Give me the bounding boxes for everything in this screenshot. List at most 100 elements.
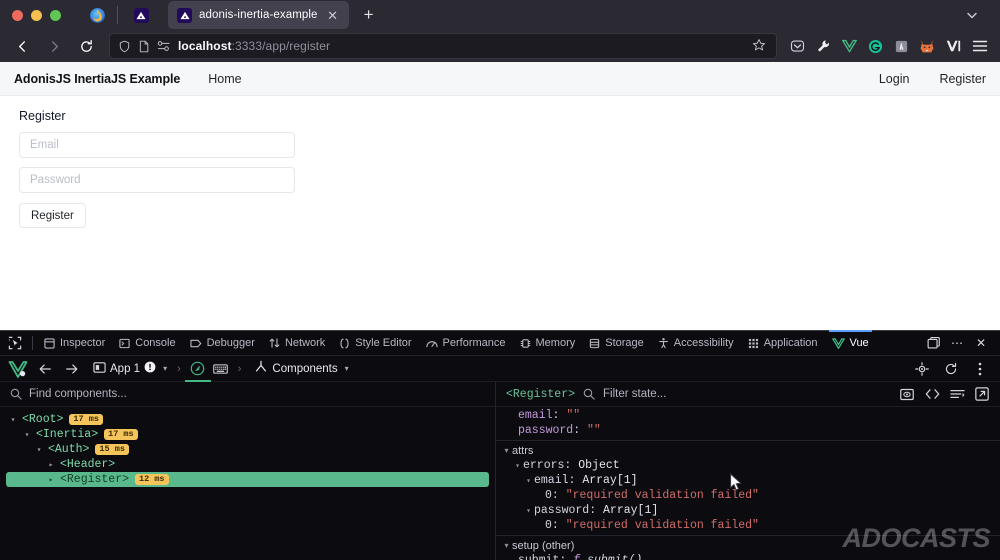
inspect-dom-icon[interactable] bbox=[899, 386, 915, 402]
nav-link-register[interactable]: Register bbox=[939, 72, 986, 86]
tree-node-register[interactable]: ▸ <Register> 12 ms bbox=[6, 472, 489, 487]
pinned-tab-adonisjs[interactable] bbox=[122, 1, 160, 29]
component-search-input[interactable]: Find components... bbox=[29, 388, 127, 400]
expand-arrow-icon[interactable]: ▾ bbox=[34, 445, 44, 455]
expand-arrow-icon[interactable]: ▾ bbox=[523, 476, 534, 486]
nav-link-login[interactable]: Login bbox=[879, 72, 910, 86]
bookmark-star-icon[interactable] bbox=[752, 38, 766, 55]
devtools-tab-performance[interactable]: Performance bbox=[419, 331, 513, 355]
vimium-icon[interactable] bbox=[941, 34, 965, 58]
devtools-tab-label: Vue bbox=[849, 337, 869, 349]
open-in-editor-icon[interactable] bbox=[924, 386, 940, 402]
devtools-tab-label: Inspector bbox=[60, 337, 106, 349]
state-row-errors-email-0[interactable]: 0: "required validation failed" bbox=[496, 488, 1000, 503]
filter-state-input[interactable]: Filter state... bbox=[603, 388, 666, 400]
address-bar[interactable]: localhost:3333/app/register bbox=[109, 33, 777, 59]
open-external-icon[interactable] bbox=[974, 386, 990, 402]
component-search-row[interactable]: Find components... bbox=[0, 382, 495, 407]
extension-icon[interactable] bbox=[889, 34, 913, 58]
state-row-email[interactable]: email: "" bbox=[496, 408, 1000, 423]
new-tab-button[interactable]: + bbox=[355, 1, 383, 29]
vue-app-selector[interactable]: App 1 ▾ bbox=[93, 361, 170, 377]
state-row-submit[interactable]: submit: f submit() bbox=[496, 553, 1000, 560]
application-menu-button[interactable] bbox=[967, 34, 993, 58]
reload-button[interactable] bbox=[71, 33, 101, 59]
expand-arrow-icon[interactable]: ▸ bbox=[46, 475, 56, 485]
expand-arrow-icon[interactable]: ▾ bbox=[22, 430, 32, 440]
devtools-tab-console[interactable]: Console bbox=[112, 331, 182, 355]
shield-icon[interactable] bbox=[118, 40, 131, 53]
tree-node-inertia[interactable]: ▾ <Inertia> 17 ms bbox=[0, 427, 495, 442]
close-devtools-button[interactable]: ✕ bbox=[970, 332, 992, 354]
view-label: Components bbox=[272, 362, 338, 375]
tree-node-auth[interactable]: ▾ <Auth> 15 ms bbox=[0, 442, 495, 457]
vue-devtools-icon[interactable] bbox=[837, 34, 861, 58]
expand-arrow-icon[interactable]: ▸ bbox=[46, 460, 56, 470]
view-dropdown-chevron-down-icon[interactable]: ▾ bbox=[342, 364, 352, 373]
devtools-tab-debugger[interactable]: Debugger bbox=[183, 331, 262, 355]
vue-toolbar-actions bbox=[910, 358, 992, 380]
password-field[interactable] bbox=[19, 167, 295, 193]
devtools-tab-vue[interactable]: Vue bbox=[825, 330, 876, 355]
firefox-container-icon[interactable] bbox=[915, 34, 939, 58]
vue-forward-button[interactable] bbox=[60, 358, 84, 380]
watermark-text: ADOCASTS bbox=[842, 523, 990, 553]
tree-node-root[interactable]: ▾ <Root> 17 ms bbox=[0, 412, 495, 427]
state-value: "" bbox=[566, 409, 581, 422]
state-group-attrs[interactable]: ▾ attrs bbox=[496, 443, 1000, 458]
state-colon: : bbox=[551, 519, 566, 532]
devtools-tab-style-editor[interactable]: Style Editor bbox=[332, 331, 418, 355]
devtools-tab-network[interactable]: Network bbox=[262, 331, 332, 355]
devtools-tab-inspector[interactable]: Inspector bbox=[37, 331, 112, 355]
site-brand[interactable]: AdonisJS InertiaJS Example bbox=[14, 72, 180, 86]
app-dropdown-chevron-down-icon[interactable]: ▾ bbox=[160, 364, 170, 373]
expand-arrow-icon[interactable]: ▾ bbox=[8, 415, 18, 425]
keyboard-icon[interactable] bbox=[211, 359, 231, 379]
email-field[interactable] bbox=[19, 132, 295, 158]
permissions-icon[interactable] bbox=[157, 40, 171, 52]
url-text[interactable]: localhost:3333/app/register bbox=[178, 39, 745, 53]
expand-arrow-icon[interactable]: ▾ bbox=[523, 506, 534, 516]
component-tree: ▾ <Root> 17 ms ▾ <Inertia> 17 ms ▾ <Auth… bbox=[0, 407, 495, 560]
devtools-tab-memory[interactable]: Memory bbox=[513, 331, 583, 355]
devtools-more-options-button[interactable]: ⋯ bbox=[946, 332, 968, 354]
refresh-icon[interactable] bbox=[939, 358, 963, 380]
back-button[interactable] bbox=[7, 33, 37, 59]
browser-tab-active[interactable]: adonis-inertia-example ✕ bbox=[168, 1, 349, 29]
pocket-icon[interactable] bbox=[785, 34, 809, 58]
forward-button[interactable] bbox=[39, 33, 69, 59]
devtools-tab-storage[interactable]: Storage bbox=[582, 331, 651, 355]
expand-arrow-icon[interactable]: ▾ bbox=[501, 446, 512, 455]
more-vertical-icon[interactable] bbox=[968, 358, 992, 380]
component-tag: <Header> bbox=[60, 458, 116, 471]
close-tab-button[interactable]: ✕ bbox=[325, 7, 341, 23]
expand-arrow-icon[interactable]: ▾ bbox=[501, 541, 512, 550]
list-all-tabs-chevron-down-icon[interactable] bbox=[958, 2, 986, 28]
close-window-button[interactable] bbox=[12, 9, 23, 21]
dock-icon[interactable] bbox=[922, 332, 944, 354]
element-picker-icon[interactable] bbox=[2, 332, 28, 355]
grammarly-icon[interactable] bbox=[863, 34, 887, 58]
console-log-icon[interactable] bbox=[949, 386, 965, 402]
tree-node-header[interactable]: ▸ <Header> bbox=[0, 457, 495, 472]
maximize-window-button[interactable] bbox=[50, 9, 61, 21]
render-time-badge: 17 ms bbox=[69, 414, 103, 425]
app-icon bbox=[93, 361, 106, 377]
vue-back-button[interactable] bbox=[33, 358, 57, 380]
wrench-icon[interactable] bbox=[811, 34, 835, 58]
state-row-errors[interactable]: ▾ errors: Object bbox=[496, 458, 1000, 473]
register-submit-button[interactable]: Register bbox=[19, 203, 86, 228]
minimize-window-button[interactable] bbox=[31, 9, 42, 21]
select-component-icon[interactable] bbox=[910, 358, 934, 380]
state-row-errors-password[interactable]: ▾ password: Array[1] bbox=[496, 503, 1000, 518]
state-row-password[interactable]: password: "" bbox=[496, 423, 1000, 438]
devtools-tab-accessibility[interactable]: Accessibility bbox=[651, 331, 741, 355]
vue-instance-icon[interactable] bbox=[184, 359, 211, 382]
state-row-errors-email[interactable]: ▾ email: Array[1] bbox=[496, 473, 1000, 488]
state-colon: : bbox=[559, 554, 573, 560]
devtools-tab-application[interactable]: Application bbox=[741, 331, 825, 355]
vue-view-selector[interactable]: Components ▾ bbox=[254, 360, 351, 377]
page-document-icon[interactable] bbox=[138, 40, 150, 53]
expand-arrow-icon[interactable]: ▾ bbox=[512, 461, 523, 471]
nav-link-home[interactable]: Home bbox=[208, 72, 241, 86]
